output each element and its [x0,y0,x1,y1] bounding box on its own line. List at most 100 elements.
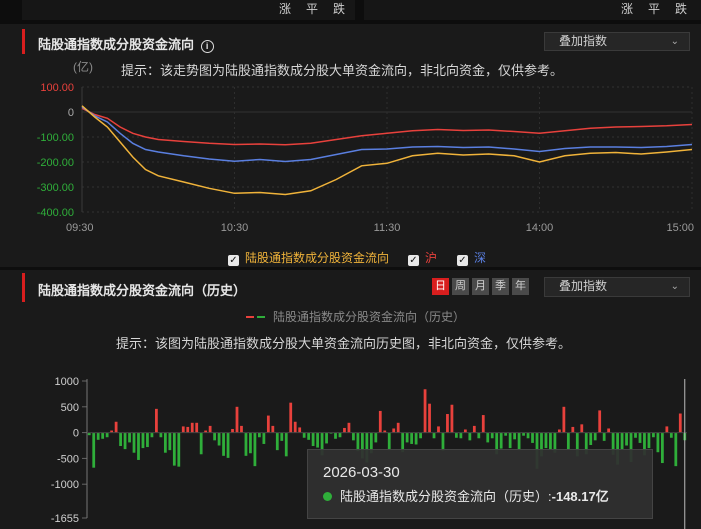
bar [410,432,414,444]
tooltip-date: 2026-03-30 [323,464,400,481]
bar [441,432,445,451]
bar [562,406,566,433]
bar [105,432,109,438]
bar [481,415,485,433]
bar [155,408,158,433]
bar [656,432,660,453]
bar [101,432,105,439]
bar [275,432,279,451]
bar [419,432,422,439]
bar [468,432,472,441]
bar [114,421,118,433]
bar [678,413,682,433]
bar [472,425,476,433]
history-y-ticks: 1000 500 0 -500 -1000 -1655 [51,376,79,525]
y-tick-label: 1000 [55,376,79,388]
bar [235,406,239,433]
tooltip-row: 陆股通指数成分股资金流向（历史）:-148.17亿 [323,486,609,505]
bar [607,428,611,433]
y-tick-label: -1655 [51,513,79,525]
bar [352,432,355,441]
bar [620,432,624,450]
y-tick-label: -500 [57,453,79,465]
bar [262,432,266,444]
bar [517,432,521,451]
bar [392,428,396,433]
bar [459,432,463,439]
tooltip-series: 陆股通指数成分股资金流向（历史） [340,489,549,504]
bar [432,432,436,439]
tooltip-value: -148.17亿 [551,489,609,504]
bar [531,432,534,443]
bar [137,432,140,460]
bar [343,427,346,433]
bar [190,422,194,433]
bar [253,432,257,467]
bar [387,432,391,451]
bar [378,410,382,433]
bar [660,432,664,464]
bar [302,432,306,438]
bar [325,432,328,444]
bar [199,432,203,455]
bar [589,432,593,445]
bar [208,425,212,433]
tooltip-dot-icon [323,492,332,501]
y-tick-label: 0 [73,428,79,440]
bar [598,410,602,433]
bar [141,432,145,449]
bar [284,432,288,457]
bar [428,403,431,433]
bar [347,422,351,433]
bar [405,432,409,443]
bar [195,422,199,433]
bar [634,432,637,438]
bar [244,432,248,456]
bar [414,432,418,445]
bar [396,422,400,433]
bar [455,432,458,438]
bar [549,432,552,450]
bar [374,432,378,443]
bar [163,432,167,453]
bar [446,414,449,433]
bar [119,432,122,447]
bar [571,426,575,433]
bar [602,432,606,441]
bar [123,432,127,450]
bar [249,432,252,454]
y-tick-label: -1000 [51,479,79,491]
bar [638,432,642,443]
bar [258,432,261,438]
bar [338,432,342,438]
bar [231,428,234,433]
bar [128,432,131,443]
bar [266,415,270,433]
bar [316,432,319,448]
bar [298,427,302,433]
bar [271,425,275,433]
bar [186,426,190,433]
bar [669,432,673,438]
bar [508,432,512,449]
bar [334,432,337,439]
bar [168,432,172,451]
bar [580,424,584,433]
bar [486,432,490,443]
bar [150,432,154,438]
bar [625,432,628,446]
bar [526,432,530,439]
bar [240,425,243,433]
bar [566,432,570,450]
bar [289,402,293,433]
bar [450,404,454,433]
bar [593,432,597,441]
bar [92,432,96,468]
bar [132,432,136,453]
bar [293,421,297,433]
bar [177,432,181,467]
bar [490,432,494,439]
bar [437,426,440,433]
bar [499,432,503,449]
history-tooltip: 2026-03-30 陆股通指数成分股资金流向（历史）:-148.17亿 [307,449,653,519]
